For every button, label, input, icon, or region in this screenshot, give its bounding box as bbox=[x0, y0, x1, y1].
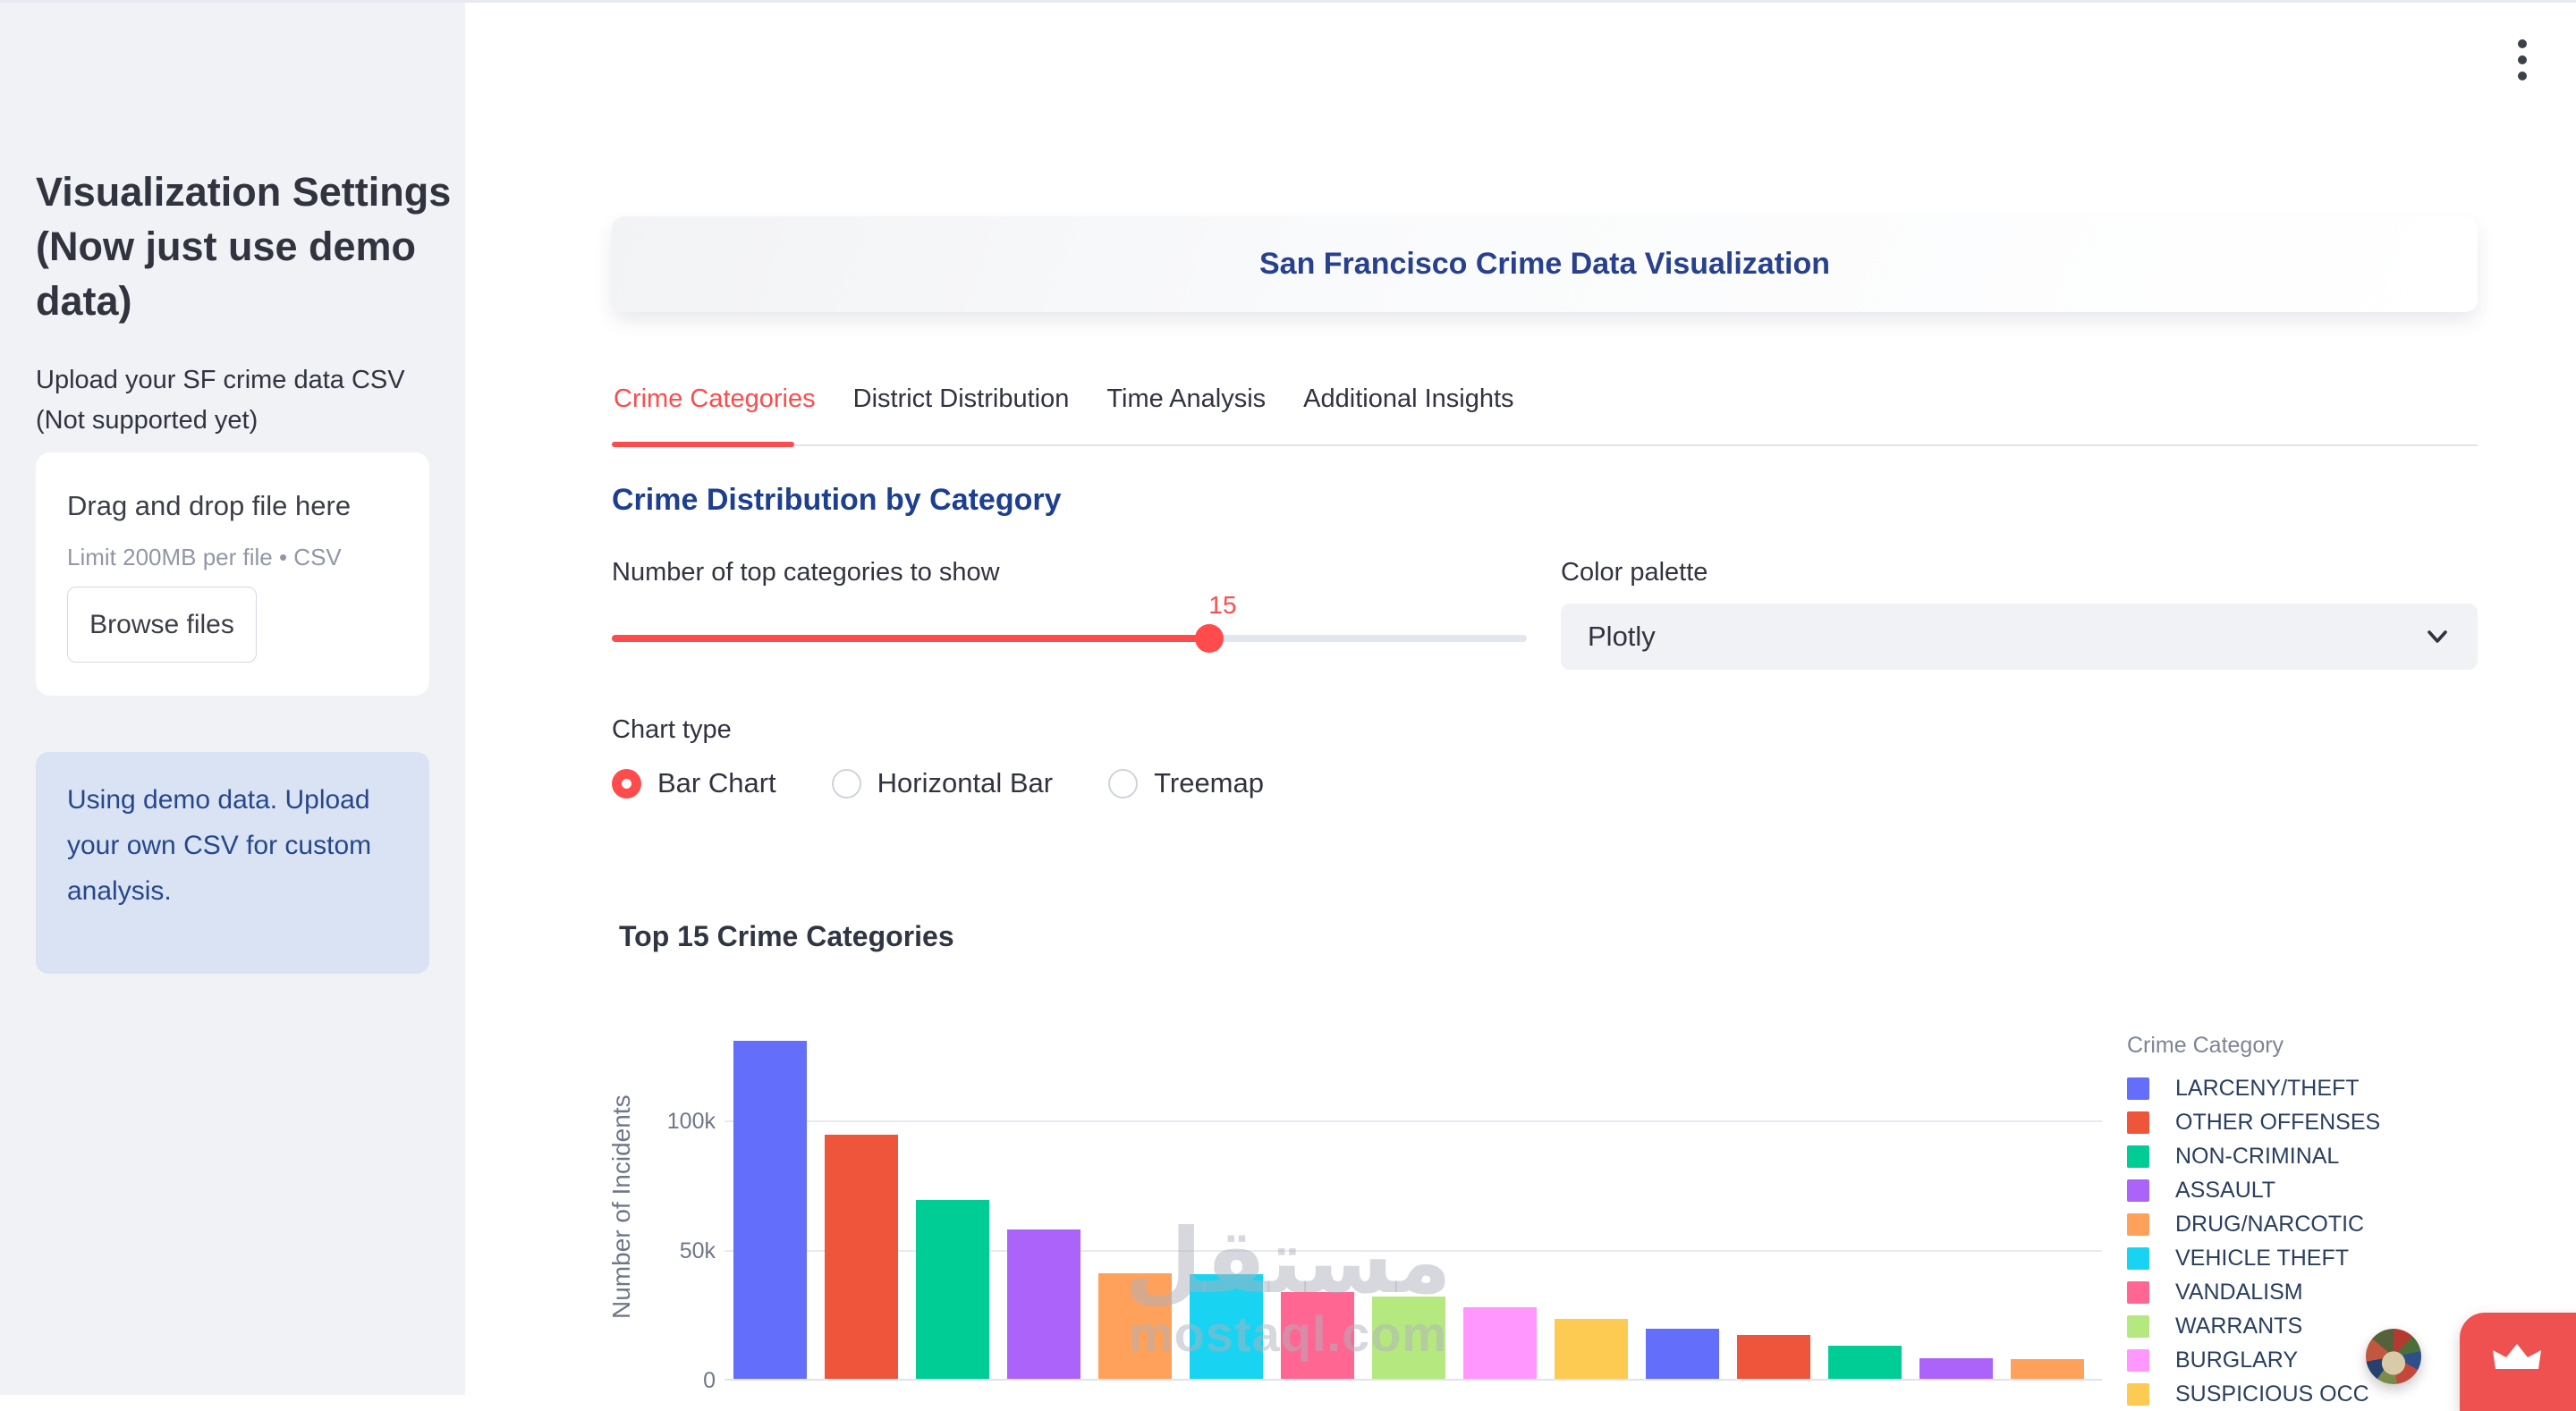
active-tab-underline bbox=[612, 442, 794, 447]
upload-label: Upload your SF crime data CSV (Not suppo… bbox=[36, 360, 438, 441]
bar bbox=[1463, 1307, 1537, 1379]
chart-title: Top 15 Crime Categories bbox=[619, 920, 954, 953]
selected-palette: Plotly bbox=[1588, 604, 1656, 670]
bar bbox=[2011, 1359, 2084, 1379]
legend-label: OTHER OFFENSES bbox=[2175, 1110, 2380, 1136]
legend-swatch bbox=[2127, 1315, 2149, 1338]
bar bbox=[1828, 1346, 1902, 1379]
browse-files-button[interactable]: Browse files bbox=[67, 587, 257, 663]
chart-type-radio-group: Bar Chart Horizontal Bar Treemap bbox=[612, 767, 1264, 799]
legend-swatch bbox=[2127, 1383, 2149, 1406]
bar bbox=[1007, 1229, 1080, 1379]
y-tick-100k: 100k bbox=[599, 1109, 716, 1134]
bar bbox=[1190, 1274, 1263, 1379]
section-title: Crime Distribution by Category bbox=[612, 483, 1062, 518]
x-axis-line bbox=[724, 1379, 2102, 1381]
slider-thumb[interactable] bbox=[1195, 624, 1224, 653]
slider-fill bbox=[612, 635, 1209, 642]
radio-unselected-icon bbox=[832, 769, 861, 798]
page-title: San Francisco Crime Data Visualization bbox=[612, 216, 2478, 312]
sidebar: Visualization Settings (Now just use dem… bbox=[0, 3, 465, 1395]
legend-item[interactable]: OTHER OFFENSES bbox=[2127, 1105, 2565, 1139]
color-palette-select[interactable]: Plotly bbox=[1561, 604, 2478, 670]
y-tick-50k: 50k bbox=[599, 1238, 716, 1263]
legend-label: ASSAULT bbox=[2175, 1178, 2275, 1204]
legend-item[interactable]: LARCENY/THEFT bbox=[2127, 1071, 2565, 1105]
tab-time-analysis[interactable]: Time Analysis bbox=[1105, 384, 1267, 437]
radio-label: Treemap bbox=[1154, 767, 1264, 799]
bar bbox=[1646, 1329, 1719, 1379]
legend-label: SUSPICIOUS OCC bbox=[2175, 1381, 2369, 1407]
info-banner-text: Using demo data. Upload your own CSV for… bbox=[67, 777, 407, 914]
categories-slider[interactable] bbox=[612, 635, 1527, 642]
legend-swatch bbox=[2127, 1213, 2149, 1236]
bar bbox=[1281, 1292, 1354, 1379]
legend-label: DRUG/NARCOTIC bbox=[2175, 1212, 2364, 1238]
legend-label: BURGLARY bbox=[2175, 1348, 2298, 1373]
chart-type-label: Chart type bbox=[612, 715, 732, 745]
legend-label: VANDALISM bbox=[2175, 1280, 2303, 1305]
chevron-down-icon bbox=[2426, 626, 2449, 652]
legend-item[interactable]: DRUG/NARCOTIC bbox=[2127, 1207, 2565, 1241]
bar bbox=[1098, 1273, 1172, 1379]
legend-item[interactable]: NON-CRIMINAL bbox=[2127, 1139, 2565, 1173]
bar bbox=[916, 1200, 989, 1379]
legend-label: VEHICLE THEFT bbox=[2175, 1246, 2349, 1272]
legend-swatch bbox=[2127, 1349, 2149, 1372]
radio-horizontal-bar[interactable]: Horizontal Bar bbox=[832, 767, 1053, 799]
sidebar-title: Visualization Settings (Now just use dem… bbox=[36, 165, 456, 328]
radio-treemap[interactable]: Treemap bbox=[1108, 767, 1264, 799]
main-content: San Francisco Crime Data Visualization C… bbox=[465, 3, 2576, 1395]
bar bbox=[825, 1135, 898, 1379]
dropzone-text: Drag and drop file here bbox=[67, 490, 351, 522]
title-banner: San Francisco Crime Data Visualization bbox=[612, 216, 2478, 312]
y-tick-0: 0 bbox=[599, 1368, 716, 1393]
legend-label: NON-CRIMINAL bbox=[2175, 1144, 2339, 1170]
radio-label: Bar Chart bbox=[657, 767, 776, 799]
legend-swatch bbox=[2127, 1145, 2149, 1168]
legend-item[interactable]: VEHICLE THEFT bbox=[2127, 1241, 2565, 1275]
legend-swatch bbox=[2127, 1179, 2149, 1202]
tab-district-distribution[interactable]: District Distribution bbox=[852, 384, 1072, 437]
tab-additional-insights[interactable]: Additional Insights bbox=[1301, 384, 1515, 437]
info-banner: Using demo data. Upload your own CSV for… bbox=[36, 752, 429, 974]
legend-swatch bbox=[2127, 1281, 2149, 1304]
legend-label: LARCENY/THEFT bbox=[2175, 1076, 2360, 1102]
bar bbox=[1737, 1335, 1810, 1379]
avatar[interactable] bbox=[2366, 1329, 2421, 1384]
dropzone-limit-text: Limit 200MB per file • CSV bbox=[67, 544, 342, 571]
palette-label: Color palette bbox=[1561, 558, 1707, 587]
legend-swatch bbox=[2127, 1247, 2149, 1270]
chat-widget-button[interactable] bbox=[2460, 1313, 2576, 1411]
kebab-menu-icon[interactable] bbox=[2503, 35, 2542, 85]
plot-area bbox=[724, 1031, 2102, 1379]
bar bbox=[733, 1041, 807, 1379]
legend-swatch bbox=[2127, 1077, 2149, 1100]
bar bbox=[1372, 1297, 1445, 1379]
slider-label: Number of top categories to show bbox=[612, 558, 1000, 587]
bar bbox=[1919, 1358, 1993, 1379]
legend-label: WARRANTS bbox=[2175, 1314, 2302, 1339]
legend-item[interactable]: VANDALISM bbox=[2127, 1275, 2565, 1309]
bar bbox=[1555, 1319, 1628, 1379]
tab-crime-categories[interactable]: Crime Categories bbox=[612, 384, 818, 437]
slider-value: 15 bbox=[1187, 591, 1258, 620]
file-dropzone[interactable]: Drag and drop file here Limit 200MB per … bbox=[36, 452, 429, 696]
tab-divider bbox=[612, 444, 2478, 446]
radio-selected-icon bbox=[612, 769, 641, 798]
legend-title: Crime Category bbox=[2127, 1033, 2565, 1059]
tab-bar: Crime Categories District Distribution T… bbox=[612, 384, 1516, 437]
legend-item[interactable]: ASSAULT bbox=[2127, 1173, 2565, 1207]
radio-bar-chart[interactable]: Bar Chart bbox=[612, 767, 776, 799]
radio-label: Horizontal Bar bbox=[877, 767, 1053, 799]
radio-unselected-icon bbox=[1108, 769, 1138, 798]
legend-swatch bbox=[2127, 1111, 2149, 1134]
